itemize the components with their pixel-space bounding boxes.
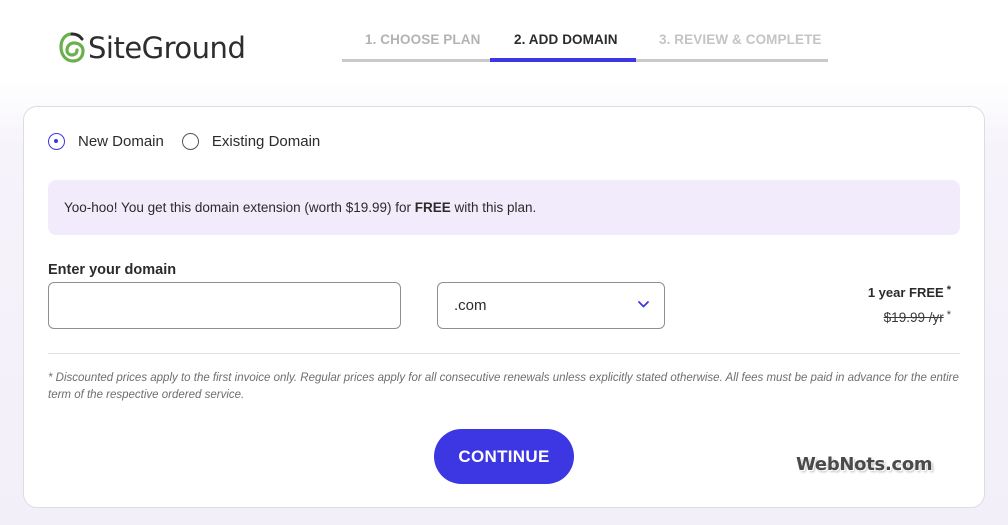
price-free-label: 1 year FREE *	[867, 284, 951, 300]
promo-text-before: Yoo-hoo! You get this domain extension (…	[64, 200, 415, 215]
domain-card: New Domain Existing Domain Yoo-hoo! You …	[23, 106, 985, 508]
checkout-progress-steps: 1. CHOOSE PLAN 2. ADD DOMAIN 3. REVIEW &…	[342, 0, 828, 64]
free-domain-promo-banner: Yoo-hoo! You get this domain extension (…	[48, 180, 960, 235]
step-review-complete: 3. REVIEW & COMPLETE	[659, 32, 822, 47]
regular-price-label: $19.99 /yr *	[883, 309, 951, 325]
divider	[48, 353, 960, 354]
step-add-domain: 2. ADD DOMAIN	[514, 32, 618, 47]
siteground-logo[interactable]: SiteGround	[58, 28, 246, 68]
webnots-watermark: WebNots.com	[796, 454, 933, 475]
free-asterisk: *	[946, 284, 951, 296]
step-choose-plan[interactable]: 1. CHOOSE PLAN	[365, 32, 480, 47]
domain-input-label: Enter your domain	[48, 262, 177, 278]
continue-button[interactable]: CONTINUE	[434, 429, 574, 484]
domain-type-radio-group: New Domain Existing Domain	[48, 133, 338, 150]
siteground-swirl-icon	[59, 32, 85, 63]
domain-extension-value: .com	[454, 297, 487, 314]
existing-domain-label[interactable]: Existing Domain	[212, 133, 320, 150]
domain-name-input[interactable]	[48, 282, 401, 329]
new-domain-radio[interactable]	[48, 133, 65, 150]
domain-extension-select[interactable]: .com	[437, 282, 665, 329]
promo-free-text: FREE	[414, 200, 451, 215]
existing-domain-radio[interactable]	[181, 133, 199, 150]
progress-active-indicator	[490, 58, 636, 62]
promo-text-after: with this plan.	[450, 200, 537, 215]
new-domain-label[interactable]: New Domain	[78, 133, 164, 150]
free-period-text: 1 year FREE	[867, 285, 944, 300]
logo-text: SiteGround	[88, 31, 246, 65]
pricing-disclaimer: * Discounted prices apply to the first i…	[48, 372, 959, 401]
price-asterisk: *	[946, 309, 951, 321]
regular-price-strikethrough: $19.99 /yr	[883, 310, 944, 325]
chevron-down-icon	[638, 301, 649, 308]
